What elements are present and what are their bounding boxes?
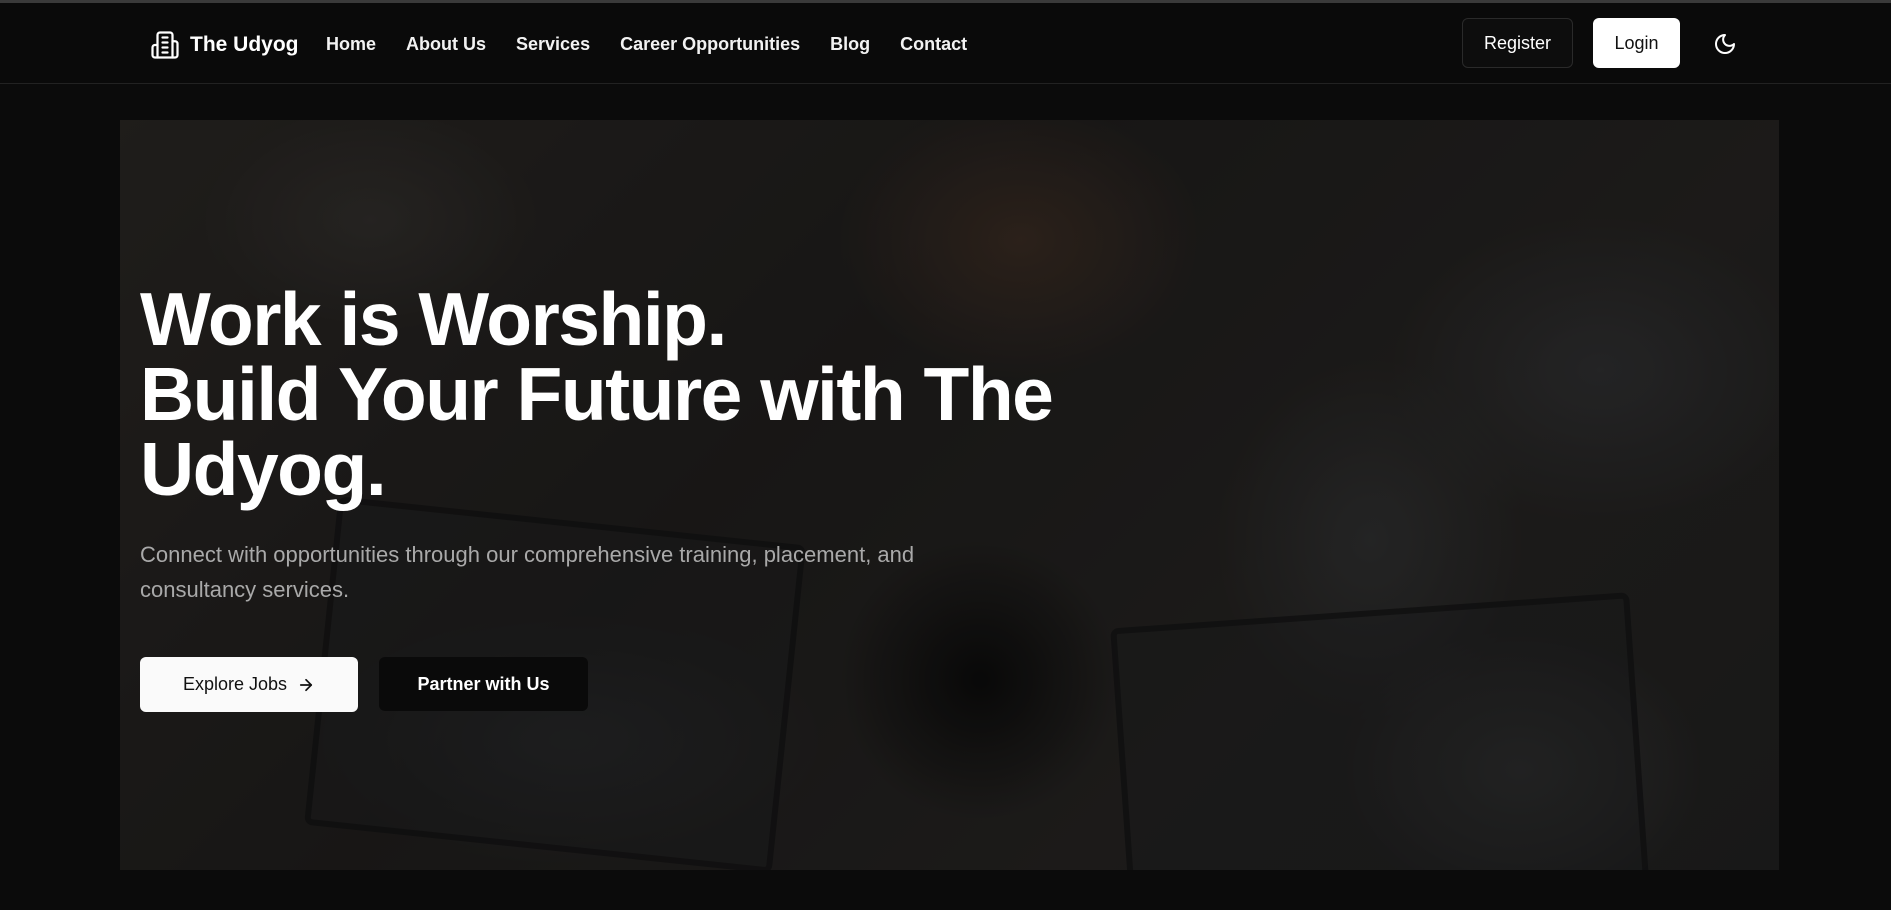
moon-icon	[1715, 34, 1735, 54]
partner-with-us-button[interactable]: Partner with Us	[379, 657, 588, 711]
nav-link-career-opportunities[interactable]: Career Opportunities	[620, 34, 800, 55]
brand-logo[interactable]: The Udyog	[150, 29, 299, 61]
hero-subtitle: Connect with opportunities through our c…	[140, 542, 915, 602]
nav-link-home[interactable]: Home	[326, 34, 376, 55]
explore-jobs-button[interactable]: Explore Jobs	[140, 657, 358, 712]
nav-link-blog[interactable]: Blog	[830, 34, 870, 55]
hero-section: Work is Worship. Build Your Future with …	[120, 120, 1779, 870]
hero-title: Work is Worship. Build Your Future with …	[140, 282, 1140, 507]
main-nav: Home About Us Services Career Opportunit…	[326, 34, 967, 55]
hero-title-line-1: Work is Worship.	[140, 277, 727, 361]
top-navbar: The Udyog Home About Us Services Career …	[0, 3, 1891, 84]
theme-toggle-button[interactable]	[1708, 27, 1742, 61]
hero-title-line-2: Build Your Future with The	[140, 352, 1054, 436]
explore-jobs-label: Explore Jobs	[182, 674, 288, 694]
register-button[interactable]: Register	[1462, 18, 1573, 68]
hero-content: Work is Worship. Build Your Future with …	[140, 282, 1140, 712]
nav-link-about-us[interactable]: About Us	[406, 34, 486, 55]
nav-link-services[interactable]: Services	[516, 34, 590, 55]
hero-title-line-3: Udyog.	[140, 427, 387, 511]
arrow-right-icon	[299, 678, 313, 691]
brand-name: The Udyog	[190, 33, 299, 56]
building-icon	[151, 31, 179, 59]
nav-link-contact[interactable]: Contact	[900, 34, 967, 55]
hero-buttons: Explore Jobs Partner with Us	[140, 657, 1140, 712]
login-button[interactable]: Login	[1593, 18, 1680, 68]
